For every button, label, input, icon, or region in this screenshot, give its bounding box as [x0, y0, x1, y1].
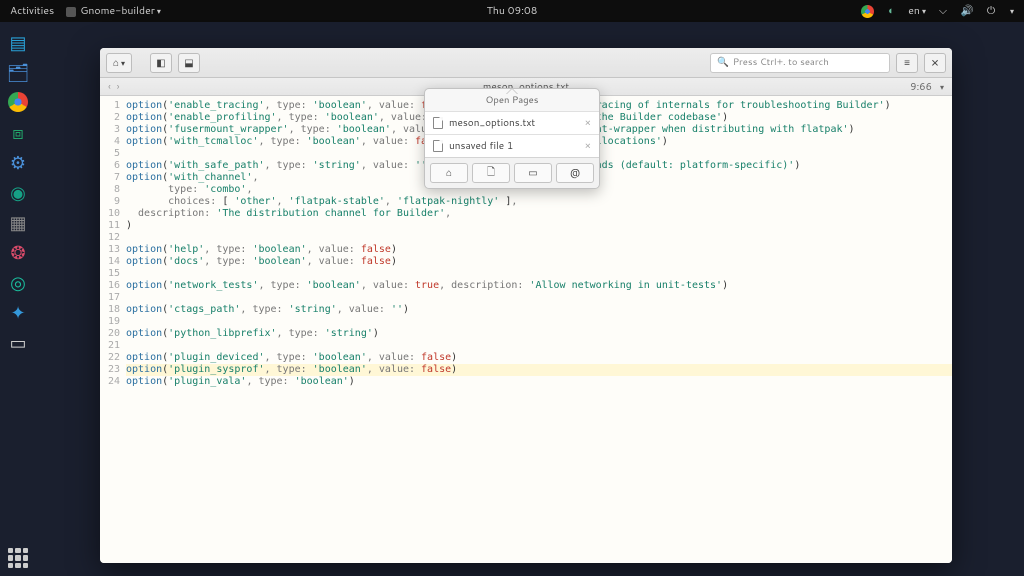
activities-button[interactable]: Activities	[10, 4, 54, 18]
chevron-down-icon: ▾	[157, 5, 161, 17]
open-pages-popover: Open Pages meson_options.txt×unsaved fil…	[424, 88, 600, 189]
panel-left-icon: ◧	[156, 56, 165, 70]
code-line[interactable]: option('ctags_path', type: 'string', val…	[126, 304, 952, 316]
search-placeholder: Press Ctrl+. to search	[733, 56, 829, 69]
line-number-gutter: 123456789101112131415161718192021222324	[100, 96, 124, 563]
cursor-position: 9:66	[910, 80, 932, 94]
popover-link-button[interactable]: @	[556, 163, 594, 183]
headerbar: ⌂▾ ◧ ⬓ 🔍 Press Ctrl+. to search ≡ ×	[100, 48, 952, 78]
dock-app-music[interactable]: ◉	[4, 178, 32, 206]
clock[interactable]: Thu 09:08	[487, 4, 538, 18]
code-line[interactable]	[126, 292, 952, 304]
file-icon	[433, 117, 443, 129]
nav-back-button[interactable]: ‹	[108, 80, 111, 94]
split-icon: ▭	[528, 166, 537, 180]
dock-app-chrome[interactable]	[4, 88, 32, 116]
tab-menu-chevron-icon[interactable]: ▾	[940, 81, 944, 93]
code-line[interactable]: )	[126, 220, 952, 232]
popover-home-button[interactable]: ⌂	[430, 163, 468, 183]
popover-title: Open Pages	[425, 89, 599, 111]
popover-split-button[interactable]: ▭	[514, 163, 552, 183]
panel-bottom-icon: ⬓	[184, 56, 193, 70]
open-page-label: unsaved file 1	[449, 139, 513, 153]
code-line[interactable]: description: 'The distribution channel f…	[126, 208, 952, 220]
file-icon	[433, 140, 443, 152]
dock-app-settings[interactable]: ⚙	[4, 148, 32, 176]
close-icon: ×	[931, 54, 939, 72]
code-line[interactable]: option('docs', type: 'boolean', value: f…	[126, 256, 952, 268]
hamburger-menu-button[interactable]: ≡	[896, 53, 918, 73]
code-line[interactable]: choices: [ 'other', 'flatpak-stable', 'f…	[126, 196, 952, 208]
dock-app-maps[interactable]: ◎	[4, 268, 32, 296]
home-icon: ⌂	[446, 166, 452, 180]
home-button[interactable]: ⌂▾	[106, 53, 132, 73]
code-line[interactable]	[126, 268, 952, 280]
dock-app-calc[interactable]: ▦	[4, 208, 32, 236]
dock-app-files[interactable]: 🗂	[4, 58, 32, 86]
open-page-item[interactable]: unsaved file 1 ×	[425, 134, 599, 157]
home-icon: ⌂	[113, 56, 119, 70]
weather-indicator-icon[interactable]: ◐	[884, 4, 898, 18]
code-line[interactable]: option('python_libprefix', type: 'string…	[126, 328, 952, 340]
chrome-indicator-icon[interactable]	[860, 4, 874, 18]
link-icon: @	[570, 166, 580, 180]
system-menu-chevron-icon[interactable]: ▾	[1010, 5, 1014, 17]
close-page-button[interactable]: ×	[585, 139, 591, 153]
open-page-item[interactable]: meson_options.txt ×	[425, 111, 599, 134]
code-line[interactable]	[126, 340, 952, 352]
code-line[interactable]	[126, 316, 952, 328]
panel-bottom-button[interactable]: ⬓	[178, 53, 200, 73]
volume-icon[interactable]: 🔊	[960, 4, 974, 18]
dock-app-books[interactable]: ▤	[4, 28, 32, 56]
search-icon: 🔍	[717, 56, 729, 69]
code-line[interactable]: option('network_tests', type: 'boolean',…	[126, 280, 952, 292]
dock-app-compass[interactable]: ✦	[4, 298, 32, 326]
file-new-icon: 🗋	[487, 165, 495, 182]
nav-forward-button[interactable]: ›	[117, 80, 120, 94]
dock-app-text[interactable]: ▭	[4, 328, 32, 356]
network-icon[interactable]: ⌵	[936, 4, 950, 18]
app-menu[interactable]: Gnome-builder▾	[66, 4, 161, 18]
popover-actions: ⌂ 🗋 ▭ @	[425, 157, 599, 188]
code-line[interactable]: option('plugin_sysprof', type: 'boolean'…	[126, 364, 952, 376]
popover-new-file-button[interactable]: 🗋	[472, 163, 510, 183]
code-line[interactable]: option('help', type: 'boolean', value: f…	[126, 244, 952, 256]
code-line[interactable]: option('plugin_vala', type: 'boolean')	[126, 376, 952, 388]
show-applications-button[interactable]	[8, 548, 28, 568]
dash-dock: ▤ 🗂 ⧈ ⚙ ◉ ▦ ❂ ◎ ✦ ▭	[0, 22, 36, 548]
global-search-field[interactable]: 🔍 Press Ctrl+. to search	[710, 53, 890, 73]
menu-icon: ≡	[904, 56, 910, 70]
power-icon[interactable]: ⏻	[984, 4, 998, 18]
lang-indicator[interactable]: en▾	[908, 4, 926, 18]
open-page-label: meson_options.txt	[449, 116, 535, 130]
dock-app-lollypop[interactable]: ❂	[4, 238, 32, 266]
window-close-button[interactable]: ×	[924, 53, 946, 73]
panel-left-button[interactable]: ◧	[150, 53, 172, 73]
gnome-top-panel: Activities Gnome-builder▾ Thu 09:08 ◐ en…	[0, 0, 1024, 22]
close-page-button[interactable]: ×	[585, 116, 591, 130]
code-line[interactable]	[126, 232, 952, 244]
code-line[interactable]: option('plugin_deviced', type: 'boolean'…	[126, 352, 952, 364]
dock-app-vscode[interactable]: ⧈	[4, 118, 32, 146]
